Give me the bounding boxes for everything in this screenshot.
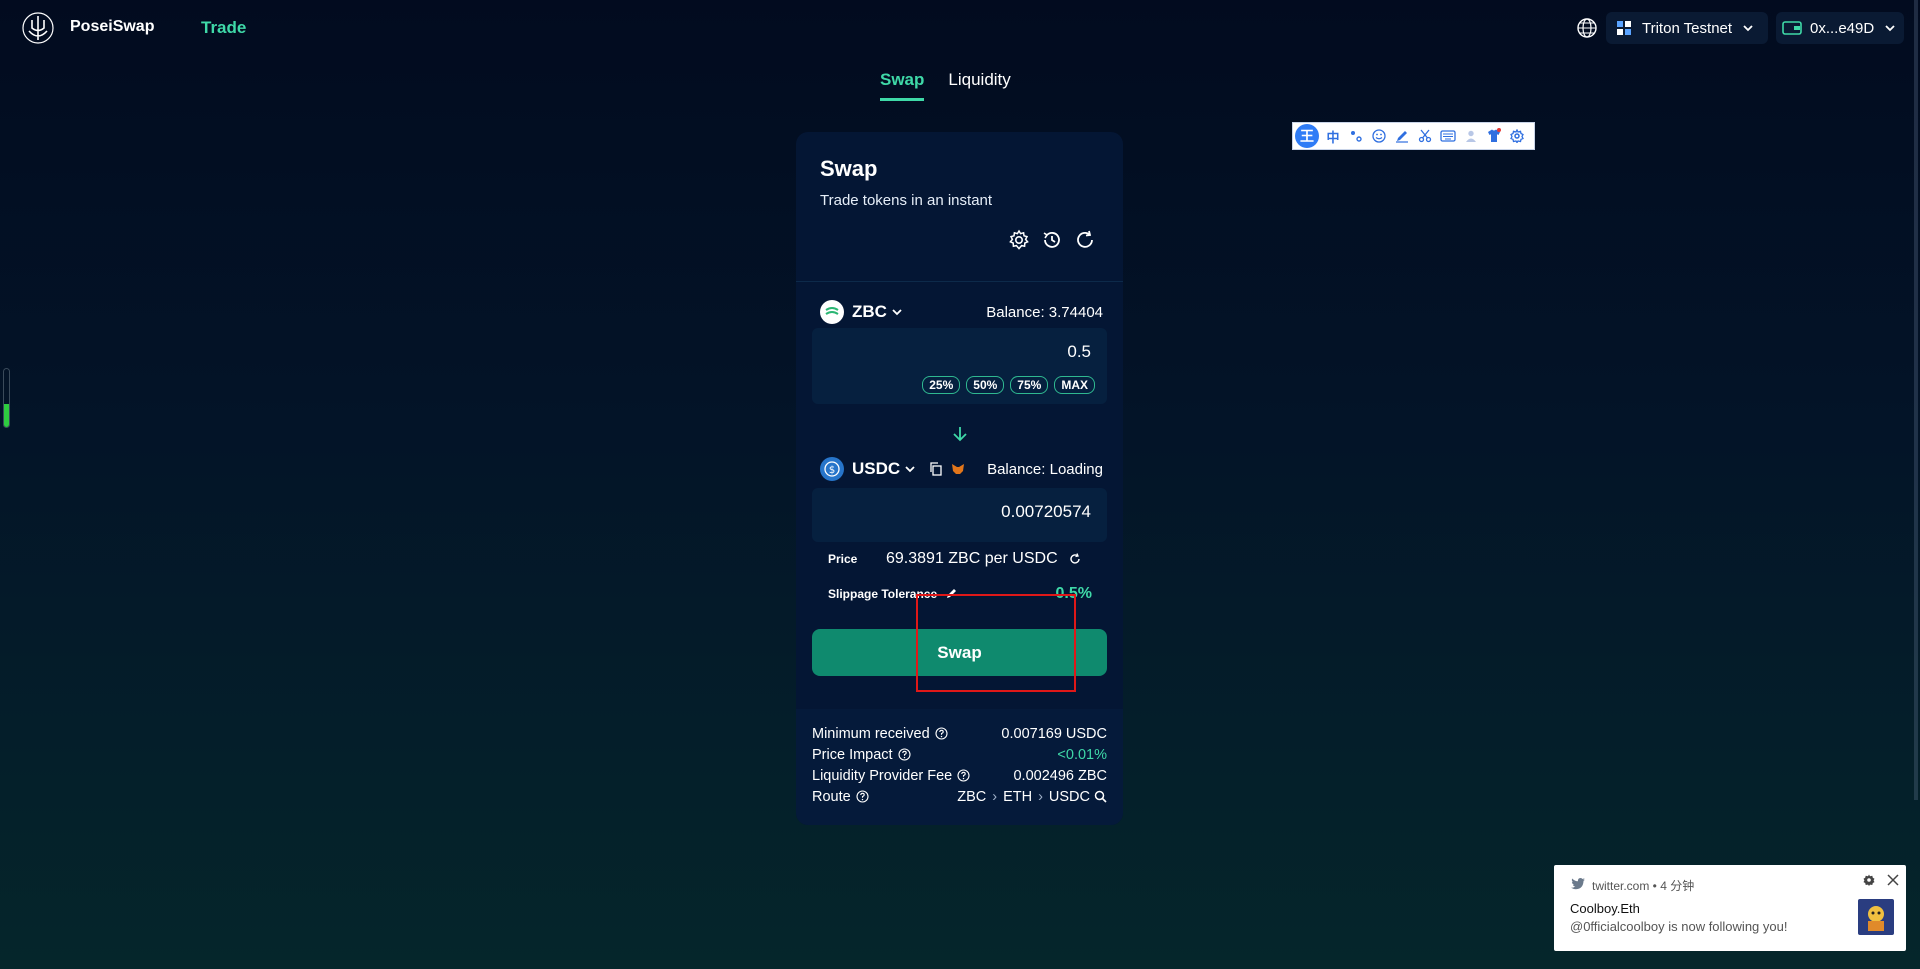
twitter-bird-icon [1571,878,1585,890]
switch-direction-arrow-icon[interactable] [948,422,972,446]
price-impact-label: Price Impact [812,746,893,763]
ime-chinese-mode-button[interactable]: 中 [1324,127,1342,145]
copy-address-icon[interactable] [928,461,944,477]
from-amount-input[interactable]: 0.5 [1067,342,1091,362]
scissors-icon[interactable] [1416,127,1434,145]
svg-text:$: $ [829,465,835,476]
percent-75-button[interactable]: 75% [1010,376,1049,394]
route-row: Route ZBC › ETH › USDC [812,786,1107,807]
to-amount-input[interactable]: 0.00720574 [1001,502,1091,522]
top-header: PoseiSwap Trade Triton Testnet 0x...e49D [0,0,1920,56]
notification-source: twitter.com • 4 分钟 [1592,879,1695,893]
poseiswap-logo-icon[interactable] [20,10,56,46]
to-amount-box[interactable]: 0.00720574 [812,488,1107,542]
from-token-selector[interactable]: ZBC [852,302,887,322]
side-progress-indicator [3,368,10,428]
page-scrollbar[interactable] [1914,0,1918,800]
swap-card-title: Swap [820,156,878,181]
help-question-icon[interactable] [898,748,911,761]
to-token-row: $ USDC Balance: Loading [820,455,1103,483]
from-balance: Balance: 3.74404 [986,303,1103,321]
route-separator: › [992,788,998,805]
ime-settings-gear-icon[interactable] [1508,127,1526,145]
network-name: Triton Testnet [1642,19,1733,37]
to-token-selector[interactable]: USDC [852,459,900,479]
notification-title: Coolboy.Eth [1570,901,1640,916]
max-button[interactable]: MAX [1054,376,1095,394]
price-invert-icon[interactable] [1068,552,1082,566]
from-token-row: ZBC Balance: 3.74404 [820,298,1103,326]
ime-logo-button[interactable]: 王 [1295,124,1319,148]
settings-gear-icon[interactable] [1007,228,1031,252]
percent-50-button[interactable]: 50% [966,376,1005,394]
follow-notification[interactable]: twitter.com • 4 分钟 Coolboy.Eth @0fficial… [1554,865,1906,951]
swap-card-header: Swap Trade tokens in an instant [796,132,1123,282]
route-path: ZBC › ETH › USDC [957,789,1107,805]
usdc-token-icon: $ [820,457,844,481]
route-token: USDC [1048,788,1090,805]
emoji-icon[interactable] [1370,127,1388,145]
swap-card-subtitle: Trade tokens in an instant [820,192,993,209]
punctuation-icon[interactable] [1347,127,1365,145]
refresh-icon[interactable] [1073,228,1097,252]
trade-details: Minimum received 0.007169 USDC Price Imp… [796,709,1123,825]
price-value: 69.3891 ZBC per USDC [886,550,1058,567]
swap-card: Swap Trade tokens in an instant ZBC Bala… [796,132,1123,825]
trade-tabs: Swap Liquidity [880,70,1011,101]
skin-shirt-icon[interactable] [1485,127,1503,145]
to-balance: Balance: Loading [987,460,1103,478]
metamask-fox-icon[interactable] [950,461,966,477]
user-avatar-icon[interactable] [1462,127,1480,145]
help-question-icon[interactable] [856,790,869,803]
language-globe-icon[interactable] [1575,16,1599,40]
help-question-icon[interactable] [935,727,948,740]
brand-name[interactable]: PoseiSwap [70,18,154,36]
help-question-icon[interactable] [957,769,970,782]
highlight-box [916,594,1076,692]
chevron-down-icon[interactable] [891,306,903,318]
notification-body: @0fficialcoolboy is now following you! [1570,919,1788,934]
price-impact-value: <0.01% [1057,746,1107,763]
route-label: Route [812,788,851,805]
price-row: Price 69.3891 ZBC per USDC [828,550,1092,568]
route-separator: › [1038,788,1043,805]
price-impact-row: Price Impact <0.01% [812,744,1107,765]
route-token: ZBC [957,788,987,805]
keyboard-icon[interactable] [1439,127,1457,145]
chevron-down-icon[interactable] [904,463,916,475]
nav-trade-link[interactable]: Trade [201,18,246,38]
notification-settings-gear-icon[interactable] [1862,873,1876,887]
min-received-value: 0.007169 USDC [1001,725,1107,742]
network-icon [1614,18,1634,38]
percent-25-button[interactable]: 25% [922,376,961,394]
wallet-icon [1782,21,1802,35]
min-received-label: Minimum received [812,725,930,742]
tab-liquidity[interactable]: Liquidity [948,70,1010,101]
avatar [1858,899,1894,935]
handwriting-pen-icon[interactable] [1393,127,1411,145]
route-token: ETH [1003,788,1033,805]
price-label: Price [828,552,858,566]
wallet-address: 0x...e49D [1810,19,1875,37]
lp-fee-row: Liquidity Provider Fee 0.002496 ZBC [812,765,1107,786]
chevron-down-icon [1885,25,1895,32]
close-icon[interactable] [1886,873,1900,887]
ime-toolbar: 王 中 [1292,122,1535,150]
lp-fee-label: Liquidity Provider Fee [812,767,953,784]
search-icon[interactable] [1094,790,1107,803]
tab-swap[interactable]: Swap [880,70,925,101]
from-amount-box[interactable]: 0.5 25% 50% 75% MAX [812,328,1107,404]
history-clock-icon[interactable] [1040,228,1064,252]
network-selector-button[interactable]: Triton Testnet [1606,12,1768,44]
min-received-row: Minimum received 0.007169 USDC [812,723,1107,744]
wallet-account-button[interactable]: 0x...e49D [1776,12,1904,44]
chevron-down-icon [1743,25,1753,32]
lp-fee-value: 0.002496 ZBC [1013,767,1107,784]
zbc-token-icon [820,300,844,324]
